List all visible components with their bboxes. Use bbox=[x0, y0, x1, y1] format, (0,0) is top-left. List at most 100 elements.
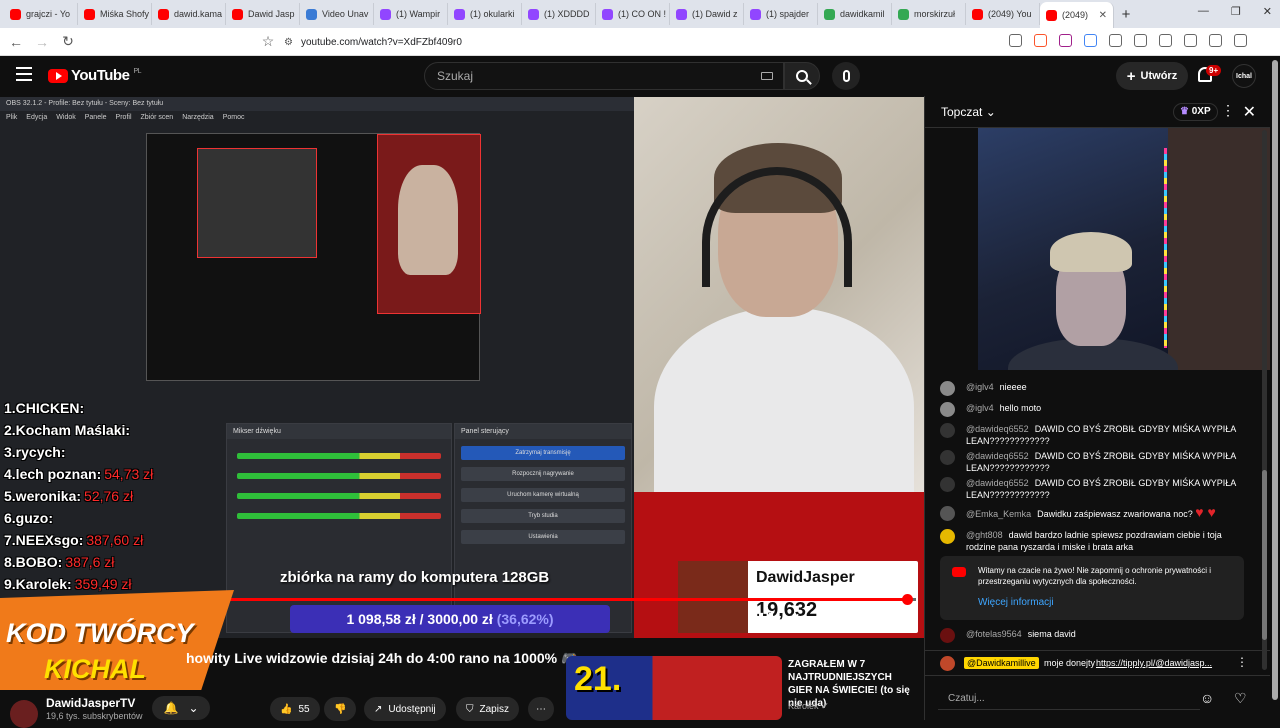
browser-tab[interactable]: Miśka Shofy bbox=[78, 3, 152, 25]
browser-tab[interactable]: (1) Dawid z bbox=[670, 3, 744, 25]
search-input[interactable]: Szukaj bbox=[424, 62, 784, 90]
youtube-logo[interactable]: YouTube PL bbox=[48, 67, 141, 84]
chat-author[interactable]: @dawideq6552 bbox=[966, 451, 1029, 461]
verified-icon: ✔ bbox=[821, 701, 829, 711]
bookmark-icon[interactable]: ☆ bbox=[258, 33, 278, 50]
close-tab-icon[interactable]: ✕ bbox=[1099, 10, 1107, 21]
chat-mode-dropdown[interactable]: Topczat ⌄ bbox=[941, 105, 996, 119]
chat-author[interactable]: @Emka_Kemka bbox=[966, 509, 1031, 519]
shield-icon[interactable] bbox=[1234, 34, 1247, 47]
crown-icon: ♛ bbox=[1180, 106, 1189, 117]
chat-author[interactable]: @iglv4 bbox=[966, 382, 994, 392]
brave-shield-icon[interactable] bbox=[1034, 34, 1047, 47]
tab-label: grajczi - Yo bbox=[26, 9, 71, 19]
page-scroll-thumb[interactable] bbox=[1272, 60, 1278, 700]
chat-avatar bbox=[940, 381, 955, 396]
chat-avatar bbox=[940, 423, 955, 438]
channel-avatar[interactable] bbox=[10, 700, 38, 728]
forward-icon[interactable]: → bbox=[32, 34, 52, 50]
tab-label: Miśka Shofy bbox=[100, 9, 150, 19]
more-actions-button[interactable]: ⋯ bbox=[528, 697, 554, 721]
browser-tab[interactable]: (1) CO ON ! bbox=[596, 3, 670, 25]
browser-tab[interactable]: (1) XDDDD bbox=[522, 3, 596, 25]
chat-author[interactable]: @ght808 bbox=[966, 530, 1003, 540]
chat-author[interactable]: @iglv4 bbox=[966, 403, 994, 413]
extensions-icon[interactable] bbox=[1109, 34, 1122, 47]
like-button[interactable]: 👍 55 bbox=[270, 697, 320, 721]
chat-author[interactable]: @dawideq6552 bbox=[966, 424, 1029, 434]
vpn-icon[interactable] bbox=[1209, 34, 1222, 47]
sidebar-icon[interactable] bbox=[1159, 34, 1172, 47]
browser-tab[interactable]: (1) spajder bbox=[744, 3, 818, 25]
chat-input[interactable]: Czatuj... bbox=[938, 688, 1200, 710]
close-window-icon[interactable]: ✕ bbox=[1263, 5, 1272, 18]
heart-reaction-icon[interactable]: ♡ bbox=[1234, 690, 1247, 707]
close-chat-icon[interactable]: ✕ bbox=[1243, 102, 1256, 122]
tab-label: (2049) bbox=[1062, 10, 1089, 20]
search-button[interactable] bbox=[784, 62, 820, 90]
search-icon bbox=[796, 70, 808, 82]
account-avatar[interactable]: Ichal bbox=[1232, 64, 1256, 88]
browser-tab[interactable]: dawid.kama bbox=[152, 3, 226, 25]
back-icon[interactable]: ← bbox=[6, 34, 26, 50]
hamburger-menu-icon[interactable] bbox=[16, 67, 32, 81]
xp-badge[interactable]: ♛ 0XP bbox=[1173, 103, 1218, 121]
plus-icon: + bbox=[1126, 67, 1136, 85]
browser-tab[interactable]: (2049) You bbox=[966, 3, 1040, 25]
menu-icon[interactable]: ⋮ bbox=[1259, 34, 1275, 53]
settings-icon[interactable]: ⚙ bbox=[790, 611, 801, 626]
save-button[interactable]: ⛉ Zapisz bbox=[456, 697, 519, 721]
recommended-thumbnail[interactable]: 21. bbox=[566, 656, 782, 720]
browser-tab[interactable]: grajczi - Yo bbox=[4, 3, 78, 25]
miniplayer-icon[interactable]: ▭ bbox=[815, 611, 826, 626]
chat-scrollbar[interactable] bbox=[1262, 130, 1267, 670]
voice-search-button[interactable] bbox=[832, 62, 860, 90]
chat-message: @iglv4 nieeee bbox=[940, 381, 1236, 396]
browser-tab[interactable]: Dawid Jasp bbox=[226, 3, 300, 25]
page-scrollbar[interactable] bbox=[1270, 56, 1280, 720]
fullscreen-icon[interactable]: ⤢ bbox=[840, 611, 850, 626]
seek-bar-handle[interactable] bbox=[901, 594, 913, 605]
pinned-link[interactable]: https://tipply.pl/@dawidjasp... bbox=[1096, 658, 1212, 668]
browser-tab[interactable]: (1) Wampir bbox=[374, 3, 448, 25]
reading-list-icon[interactable] bbox=[1134, 34, 1147, 47]
browser-tab[interactable]: (1) okularki bbox=[448, 3, 522, 25]
emoji-icon[interactable]: ☺ bbox=[1200, 690, 1214, 706]
tab-favicon-icon bbox=[84, 8, 95, 20]
pinned-more-icon[interactable]: ⋮ bbox=[1236, 655, 1248, 669]
more-info-link[interactable]: Więcej informacji bbox=[978, 597, 1054, 608]
chat-more-icon[interactable]: ⋮ bbox=[1221, 102, 1235, 119]
pause-icon[interactable]: ❚❚ bbox=[756, 611, 776, 626]
subscription-bell-button[interactable]: 🔔 ⌄ bbox=[152, 696, 210, 720]
browser-tab[interactable]: Video Unav bbox=[300, 3, 374, 25]
keyboard-icon[interactable] bbox=[761, 72, 773, 80]
minimize-icon[interactable]: — bbox=[1198, 5, 1209, 18]
chat-scroll-thumb[interactable] bbox=[1262, 470, 1267, 640]
translate-icon[interactable] bbox=[1084, 34, 1097, 47]
pinned-author[interactable]: @Dawidkamillive bbox=[964, 657, 1039, 669]
rewards-icon[interactable] bbox=[1059, 34, 1072, 47]
video-player[interactable]: OBS 32.1.2 - Profile: Bez tytułu - Sceny… bbox=[0, 97, 924, 638]
donor-name: 5.weronika: bbox=[4, 488, 82, 504]
reload-icon[interactable]: ↻ bbox=[58, 33, 78, 50]
browser-tab[interactable]: (2049) ✕ bbox=[1040, 2, 1114, 28]
chevron-down-icon: ⌄ bbox=[985, 104, 996, 119]
new-tab-icon[interactable]: + bbox=[1114, 6, 1138, 23]
restore-icon[interactable]: ❐ bbox=[1231, 5, 1241, 18]
browser-tab[interactable]: morskirzuł bbox=[892, 3, 966, 25]
donation-goal-title: zbiórka na ramy do komputera 128GB bbox=[280, 569, 550, 586]
video-title: howity Live widzowie dzisiaj 24h do 4:00… bbox=[186, 650, 578, 667]
browser-tab[interactable]: dawidkamil bbox=[818, 3, 892, 25]
wallet-icon[interactable] bbox=[1184, 34, 1197, 47]
obs-preview bbox=[146, 133, 481, 381]
url-field[interactable]: ⚙ youtube.com/watch?v=XdFZbf409r0 bbox=[278, 31, 998, 53]
dislike-button[interactable]: 👎 bbox=[324, 697, 357, 721]
cast-icon[interactable] bbox=[1009, 34, 1022, 47]
chat-author[interactable]: @dawideq6552 bbox=[966, 478, 1029, 488]
site-info-icon[interactable]: ⚙ bbox=[284, 37, 293, 48]
share-button[interactable]: ↗ Udostępnij bbox=[364, 697, 446, 721]
chat-message: @ght808 dawid bardzo ladnie spiewsz pozdr… bbox=[940, 529, 1236, 553]
donor-name: 2.Kocham Maślaki: bbox=[4, 422, 131, 438]
create-button[interactable]: + Utwórz bbox=[1116, 62, 1188, 90]
channel-name[interactable]: DawidJasperTV bbox=[46, 696, 135, 710]
